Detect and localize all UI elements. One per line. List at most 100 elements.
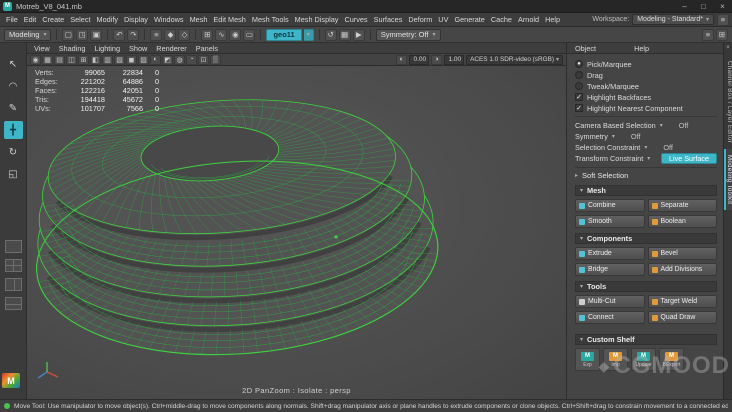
minimize-button[interactable]: –: [675, 0, 694, 12]
exposure-icon[interactable]: ◐: [396, 54, 408, 65]
shelf-grid-icon[interactable]: ⊞: [716, 28, 728, 41]
textured-icon[interactable]: ▨: [138, 54, 149, 65]
menu-file[interactable]: File: [3, 15, 21, 24]
smooth-button[interactable]: Smooth: [575, 215, 645, 228]
render-icon[interactable]: ▦: [338, 28, 351, 41]
select-object-icon[interactable]: ◆: [164, 28, 177, 41]
radio-drag[interactable]: Drag: [575, 70, 717, 80]
lighting-icon[interactable]: ◐: [150, 54, 161, 65]
lasso-tool[interactable]: ◠: [4, 77, 23, 95]
maximize-button[interactable]: □: [694, 0, 713, 12]
shadows-icon[interactable]: ◩: [162, 54, 173, 65]
menu-select[interactable]: Select: [67, 15, 93, 24]
rotate-tool[interactable]: ↻: [4, 143, 23, 161]
section-header-custom-shelf[interactable]: ▾ Custom Shelf: [575, 334, 717, 345]
make-live-object-field[interactable]: geo11: [266, 28, 302, 41]
menu-modify[interactable]: Modify: [94, 15, 122, 24]
camera-based-selection-dropdown[interactable]: Camera Based Selection ▾ Off: [575, 120, 717, 130]
motion-blur-icon[interactable]: ◔: [186, 54, 197, 65]
radio-tweak-marquee[interactable]: Tweak/Marquee: [575, 81, 717, 91]
two-pane-stacked-layout-button[interactable]: [4, 297, 22, 310]
toolkit-menu-help[interactable]: Help: [634, 44, 649, 53]
paint-select-tool[interactable]: ✎: [4, 99, 23, 117]
soft-selection-section[interactable]: ▸ Soft Selection: [575, 171, 717, 180]
menu-mesh[interactable]: Mesh: [187, 15, 211, 24]
target-weld-button[interactable]: Target Weld: [647, 295, 717, 308]
bookmark-icon[interactable]: ▤: [54, 54, 65, 65]
isolate-select-icon[interactable]: ◧: [90, 54, 101, 65]
menu-set-dropdown[interactable]: Modeling ▾: [4, 28, 52, 41]
section-header-tools[interactable]: ▾ Tools: [575, 281, 717, 292]
custom-shelf-bexport-button[interactable]: M BExport: [659, 348, 684, 371]
camera-attributes-icon[interactable]: ▦: [42, 54, 53, 65]
menu-help[interactable]: Help: [542, 15, 563, 24]
panel-menu-panels[interactable]: Panels: [196, 44, 218, 53]
menu-generate[interactable]: Generate: [451, 15, 487, 24]
multi-cut-button[interactable]: Multi-Cut: [575, 295, 645, 308]
extrude-button[interactable]: Extrude: [575, 247, 645, 260]
close-panel-icon[interactable]: ×: [726, 45, 730, 51]
menu-cache[interactable]: Cache: [488, 15, 515, 24]
bridge-button[interactable]: Bridge: [575, 263, 645, 276]
gamma-icon[interactable]: ◑: [431, 54, 443, 65]
image-plane-icon[interactable]: ◫: [66, 54, 77, 65]
exposure-field[interactable]: 0.00: [409, 54, 430, 65]
scale-tool[interactable]: ◱: [4, 165, 23, 183]
snap-plane-icon[interactable]: ▭: [243, 28, 256, 41]
toolkit-menu-object[interactable]: Object: [575, 44, 596, 53]
radio-pick-marquee[interactable]: ● Pick/Marquee: [575, 59, 717, 69]
redo-icon[interactable]: ↷: [127, 28, 140, 41]
workspace-menu-icon[interactable]: ≡: [717, 13, 729, 26]
menu-windows[interactable]: Windows: [151, 15, 187, 24]
custom-shelf-export-button[interactable]: M Exp: [575, 348, 600, 371]
menu-curves[interactable]: Curves: [341, 15, 370, 24]
new-scene-icon[interactable]: ▢: [62, 28, 75, 41]
fog-icon[interactable]: ▒: [210, 54, 221, 65]
panel-menu-renderer[interactable]: Renderer: [156, 44, 186, 53]
construction-history-icon[interactable]: ↺: [324, 28, 337, 41]
undo-icon[interactable]: ↶: [113, 28, 126, 41]
boolean-button[interactable]: Boolean: [647, 215, 717, 228]
shaded-icon[interactable]: ◼: [126, 54, 137, 65]
snap-curve-icon[interactable]: ∿: [215, 28, 228, 41]
close-button[interactable]: ×: [713, 0, 732, 12]
menu-edit-mesh[interactable]: Edit Mesh: [210, 15, 248, 24]
gamma-field[interactable]: 1.00: [444, 54, 465, 65]
menu-deform[interactable]: Deform: [405, 15, 435, 24]
ipr-render-icon[interactable]: ▶: [352, 28, 365, 41]
select-component-icon[interactable]: ◇: [178, 28, 191, 41]
workspace-dropdown[interactable]: Modeling - Standard* ▾: [632, 14, 714, 25]
open-scene-icon[interactable]: ◳: [76, 28, 89, 41]
separate-button[interactable]: Separate: [647, 199, 717, 212]
menu-arnold[interactable]: Arnold: [515, 15, 542, 24]
four-pane-layout-button[interactable]: [4, 259, 22, 272]
lock-camera-icon[interactable]: ◉: [30, 54, 41, 65]
checkbox-highlight-backfaces[interactable]: ✓ Highlight Backfaces: [575, 92, 717, 102]
menu-mesh-display[interactable]: Mesh Display: [292, 15, 342, 24]
menu-edit[interactable]: Edit: [21, 15, 40, 24]
custom-shelf-import-button[interactable]: M Imp: [603, 348, 628, 371]
menu-mesh-tools[interactable]: Mesh Tools: [249, 15, 292, 24]
selection-constraint-dropdown[interactable]: Selection Constraint ▾ Off: [575, 142, 717, 152]
live-surface-button[interactable]: Live Surface: [661, 153, 717, 164]
section-header-components[interactable]: ▾ Components: [575, 233, 717, 244]
menu-surfaces[interactable]: Surfaces: [371, 15, 406, 24]
move-tool[interactable]: ╋: [3, 121, 23, 139]
select-hierarchy-icon[interactable]: ≡: [150, 28, 163, 41]
panel-menu-show[interactable]: Show: [129, 44, 147, 53]
two-pane-side-layout-button[interactable]: [4, 278, 22, 291]
menu-create[interactable]: Create: [39, 15, 67, 24]
colorspace-dropdown[interactable]: ACES 1.0 SDR-video (sRGB) ▾: [466, 54, 563, 65]
add-divisions-button[interactable]: Add Divisions: [647, 263, 717, 276]
make-live-dropdown-icon[interactable]: ▾: [303, 28, 314, 41]
connect-button[interactable]: Connect: [575, 311, 645, 324]
snap-point-icon[interactable]: ◉: [229, 28, 242, 41]
viewport[interactable]: Verts: 99065 22834 0 Edges: 221202 64886…: [27, 66, 566, 399]
panel-menu-view[interactable]: View: [34, 44, 50, 53]
panel-menu-lighting[interactable]: Lighting: [94, 44, 120, 53]
section-header-mesh[interactable]: ▾ Mesh: [575, 185, 717, 196]
tab-modeling-toolkit[interactable]: Modeling Toolkit: [724, 149, 732, 211]
panel-menu-shading[interactable]: Shading: [59, 44, 86, 53]
symmetry-dropdown[interactable]: Symmetry: Off ▾: [375, 28, 441, 41]
2d-pan-zoom-icon[interactable]: ⊞: [78, 54, 89, 65]
